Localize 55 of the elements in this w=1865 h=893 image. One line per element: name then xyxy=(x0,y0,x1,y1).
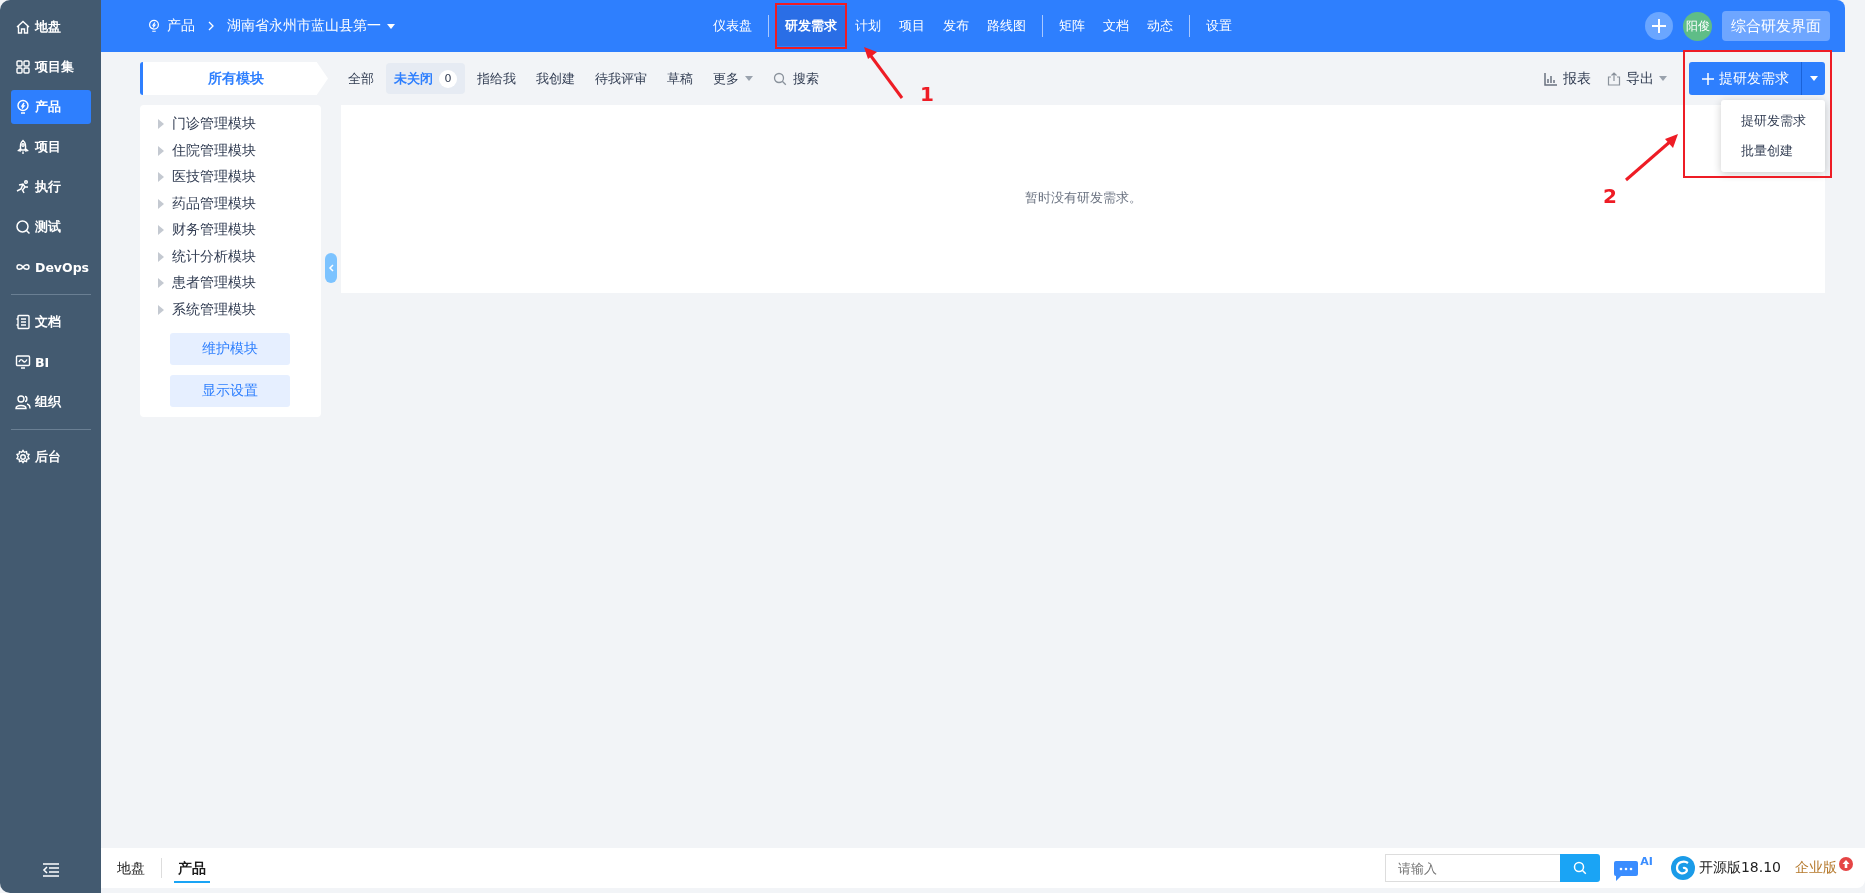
search-field[interactable]: 请输入 xyxy=(1385,854,1561,882)
annotation-number: 2 xyxy=(1603,184,1617,208)
annotation-number: 1 xyxy=(920,82,934,106)
filter-tab[interactable]: 草稿 xyxy=(659,63,701,94)
filter-tab[interactable]: 指给我 xyxy=(469,63,524,94)
create-button[interactable]: 提研发需求 xyxy=(1689,62,1801,95)
module-item[interactable]: 门诊管理模块 xyxy=(140,111,321,138)
sidebar-item[interactable]: DevOps xyxy=(11,250,91,284)
filter-dropdown[interactable]: 更多 xyxy=(705,63,761,94)
nav-tab[interactable]: 文档 xyxy=(1094,6,1137,46)
nav-tab[interactable]: 计划 xyxy=(846,6,889,46)
nav-tab[interactable]: 动态 xyxy=(1138,6,1181,46)
nav-tab[interactable]: 路线图 xyxy=(978,6,1034,46)
menu-item[interactable]: 提研发需求 xyxy=(1721,106,1825,136)
sidebar-item[interactable]: 项目集 xyxy=(11,50,91,84)
sidebar-item[interactable]: 地盘 xyxy=(11,10,91,44)
ai-label: AI xyxy=(1640,854,1653,868)
nav-tab[interactable]: 项目 xyxy=(890,6,933,46)
filter-tab[interactable]: 待我评审 xyxy=(587,63,655,94)
bottom-tab[interactable]: 产品 xyxy=(174,853,210,883)
filter-tab[interactable]: 未关闭 0 xyxy=(386,63,465,94)
sidebar-item[interactable]: BI xyxy=(11,345,91,379)
nav-tab[interactable]: 研发需求 xyxy=(776,6,845,46)
menu-item[interactable]: 批量创建 xyxy=(1721,136,1825,166)
module-tab[interactable]: 所有模块 xyxy=(140,62,328,95)
product-selector[interactable]: 湖南省永州市蓝山县第一 xyxy=(227,17,381,35)
nav-tab[interactable]: 矩阵 xyxy=(1050,6,1093,46)
module-item[interactable]: 系统管理模块 xyxy=(140,296,321,323)
version-label: 开源版18.10 xyxy=(1698,859,1781,877)
breadcrumb-link[interactable]: 产品 xyxy=(167,17,195,35)
count-badge: 0 xyxy=(439,69,457,88)
module-item[interactable]: 患者管理模块 xyxy=(140,270,321,297)
nav-tab[interactable]: 仪表盘 xyxy=(704,6,760,46)
module-item[interactable]: 财务管理模块 xyxy=(140,217,321,244)
sidebar-item[interactable]: 测试 xyxy=(11,210,91,244)
report-button[interactable]: 报表 xyxy=(1536,69,1599,88)
empty-message: 暂时没有研发需求。 xyxy=(1024,189,1142,207)
module-item[interactable]: 统计分析模块 xyxy=(140,243,321,270)
nav-tab[interactable]: 设置 xyxy=(1197,6,1240,46)
sidebar-item[interactable]: 产品 xyxy=(11,90,91,124)
sidebar-item[interactable]: 组织 xyxy=(11,385,91,419)
module-item[interactable]: 医技管理模块 xyxy=(140,164,321,191)
sidebar-item[interactable]: 项目 xyxy=(11,130,91,164)
sidebar-item[interactable]: 文档 xyxy=(11,305,91,339)
export-button[interactable]: 导出 xyxy=(1599,69,1675,88)
module-item[interactable]: 药品管理模块 xyxy=(140,190,321,217)
nav-tab[interactable]: 发布 xyxy=(934,6,977,46)
filter-tab[interactable]: 全部 xyxy=(340,63,382,94)
filter-tab[interactable]: 我创建 xyxy=(528,63,583,94)
sidebar-item[interactable]: 后台 xyxy=(11,440,91,474)
module-item[interactable]: 住院管理模块 xyxy=(140,137,321,164)
bottom-tab[interactable]: 地盘 xyxy=(113,853,149,883)
sidebar-item[interactable]: 执行 xyxy=(11,170,91,204)
edition-link[interactable]: 企业版 xyxy=(1795,859,1837,877)
search-button[interactable]: 搜索 xyxy=(765,63,827,94)
